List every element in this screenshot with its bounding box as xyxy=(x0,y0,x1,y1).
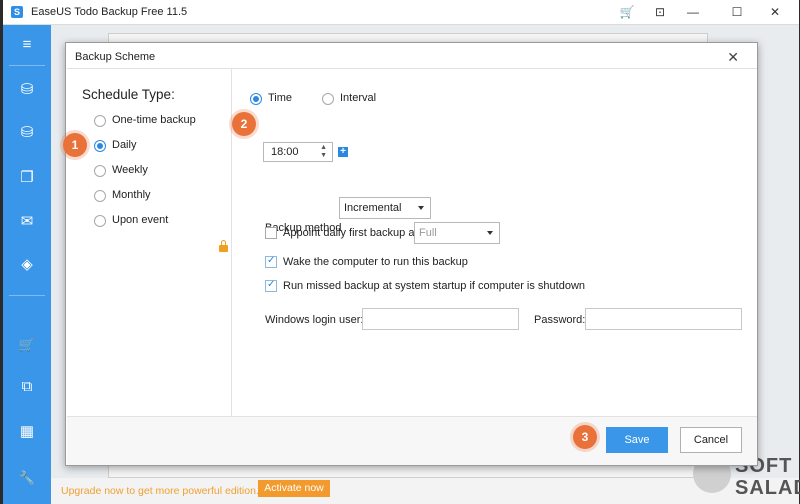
clone-icon[interactable]: ⧉ xyxy=(17,377,37,397)
wake-computer-label: Wake the computer to run this backup xyxy=(283,256,468,268)
backup-scheme-dialog: Backup Scheme ✕ Schedule Type: One-time … xyxy=(65,42,758,466)
radio-icon[interactable] xyxy=(94,115,106,127)
login-user-label: Windows login user: xyxy=(265,314,364,326)
dialog-footer: Save Cancel xyxy=(67,416,757,465)
title-bar: S EaseUS Todo Backup Free 11.5 🛒 ⊡ — ☐ ✕ xyxy=(3,0,799,25)
sidebar-divider xyxy=(9,295,45,296)
run-missed-backup-label: Run missed backup at system startup if c… xyxy=(283,280,586,292)
radio-label: Time xyxy=(268,92,293,104)
schedule-type-label: Schedule Type: xyxy=(82,87,175,102)
tools-icon[interactable]: 🔧 xyxy=(17,468,37,488)
radio-label: Upon event xyxy=(112,214,169,226)
time-stepper[interactable]: 18:00 ▲ ▼ xyxy=(263,142,333,162)
system-backup-icon[interactable]: ⛁ xyxy=(17,123,37,143)
radio-label: One-time backup xyxy=(112,114,196,126)
radio-label: Monthly xyxy=(112,189,151,201)
radio-label: Interval xyxy=(340,92,377,104)
save-button[interactable]: Save xyxy=(606,427,668,453)
menu-icon[interactable]: ≡ xyxy=(17,35,37,55)
password-label: Password: xyxy=(534,314,586,326)
dialog-body: Schedule Type: One-time backup Daily Wee… xyxy=(67,68,757,417)
callout-badge-2: 2 xyxy=(232,112,256,136)
app-title: EaseUS Todo Backup Free 11.5 xyxy=(31,6,188,18)
radio-icon[interactable] xyxy=(94,190,106,202)
close-button[interactable]: ✕ xyxy=(765,4,785,21)
run-missed-backup-checkbox[interactable] xyxy=(265,279,277,292)
chevron-down-icon xyxy=(487,231,493,235)
file-backup-icon[interactable]: ❐ xyxy=(17,168,37,188)
disk-backup-icon[interactable]: ⛁ xyxy=(17,80,37,100)
appoint-first-backup-checkbox[interactable] xyxy=(265,227,277,239)
collapse-icon[interactable]: ⊡ xyxy=(650,4,670,21)
schedule-type-pane: Schedule Type: One-time backup Daily Wee… xyxy=(67,69,232,417)
upgrade-text: Upgrade now to get more powerful edition… xyxy=(61,485,259,497)
password-input[interactable] xyxy=(585,308,742,330)
app-logo-icon: S xyxy=(11,6,23,18)
smart-backup-icon[interactable]: ◈ xyxy=(17,255,37,275)
radio-selected-icon[interactable] xyxy=(94,140,106,152)
apps-icon[interactable]: ▦ xyxy=(17,422,37,442)
radio-label: Daily xyxy=(112,139,137,151)
chevron-down-icon xyxy=(418,206,424,210)
appoint-first-backup-select[interactable]: Full xyxy=(414,222,500,244)
callout-badge-1: 1 xyxy=(63,133,87,157)
upgrade-bar: Upgrade now to get more powerful edition… xyxy=(51,478,799,504)
wake-computer-checkbox[interactable] xyxy=(265,255,277,268)
schedule-settings-pane: Time Interval 18:00 ▲ ▼ + Backup method I… xyxy=(233,69,757,417)
login-user-input[interactable] xyxy=(362,308,519,330)
radio-icon[interactable] xyxy=(94,165,106,177)
appoint-first-backup-value: Full xyxy=(419,227,437,239)
dialog-close-icon[interactable]: ✕ xyxy=(727,49,739,66)
lock-icon xyxy=(219,240,228,252)
sidebar-divider xyxy=(9,65,45,66)
radio-selected-icon[interactable] xyxy=(250,93,262,105)
cancel-button[interactable]: Cancel xyxy=(680,427,742,453)
maximize-button[interactable]: ☐ xyxy=(727,4,747,21)
appoint-first-backup-label: Appoint daily first backup as xyxy=(283,227,420,239)
spin-arrows-icon[interactable]: ▲ ▼ xyxy=(320,144,327,160)
activate-now-button[interactable]: Activate now xyxy=(258,480,330,497)
dialog-title: Backup Scheme xyxy=(75,51,156,63)
backup-method-select[interactable]: Incremental xyxy=(339,197,431,219)
cart-icon[interactable]: 🛒 xyxy=(17,335,37,355)
radio-label: Weekly xyxy=(112,164,148,176)
radio-icon[interactable] xyxy=(322,93,334,105)
cart-icon[interactable]: 🛒 xyxy=(617,4,637,21)
callout-badge-3: 3 xyxy=(573,425,597,449)
mail-backup-icon[interactable]: ✉ xyxy=(17,212,37,232)
add-time-button[interactable]: + xyxy=(338,147,348,157)
watermark-line2: SALAD xyxy=(735,477,800,499)
time-value: 18:00 xyxy=(271,146,299,158)
radio-icon[interactable] xyxy=(94,215,106,227)
sidebar: ≡ ⛁ ⛁ ❐ ✉ ◈ 🛒 ⧉ ▦ 🔧 xyxy=(3,25,51,504)
minimize-button[interactable]: — xyxy=(683,4,703,21)
backup-method-value: Incremental xyxy=(344,202,402,214)
